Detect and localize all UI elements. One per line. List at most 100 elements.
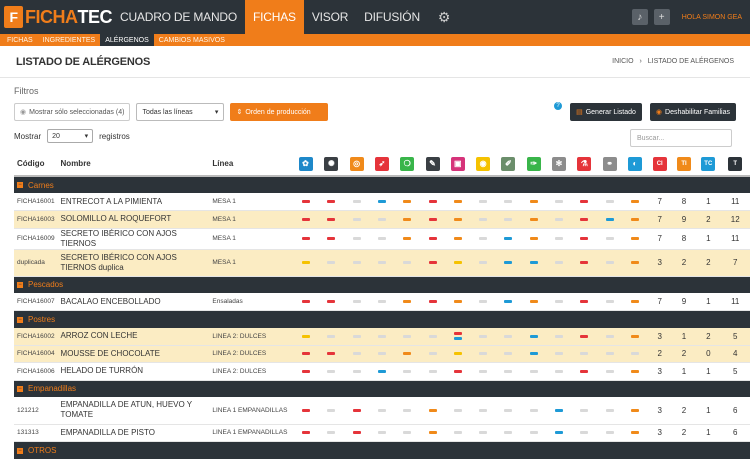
allergen-cell[interactable] xyxy=(596,193,623,211)
allergen-cell[interactable] xyxy=(622,293,648,311)
allergen-cell[interactable] xyxy=(318,424,344,442)
allergen-cell[interactable] xyxy=(369,397,395,425)
count-col-1[interactable]: TI xyxy=(671,152,697,177)
allergen-cell[interactable] xyxy=(470,424,496,442)
allergen-cell[interactable] xyxy=(596,424,623,442)
allergen-col-1[interactable]: ✺ xyxy=(318,152,344,177)
allergen-cell[interactable] xyxy=(596,228,623,250)
allergen-cell[interactable] xyxy=(521,293,547,311)
allergen-cell[interactable] xyxy=(369,293,395,311)
allergen-col-3[interactable]: ➶ xyxy=(369,152,395,177)
allergen-cell[interactable] xyxy=(521,345,547,363)
allergen-cell[interactable] xyxy=(571,249,597,277)
allergen-cell[interactable] xyxy=(445,249,471,277)
allergen-cell[interactable] xyxy=(394,249,420,277)
allergen-cell[interactable] xyxy=(495,345,522,363)
table-row[interactable]: 131313 EMPANADILLA DE PISTO LINEA 1 EMPANA… xyxy=(14,424,750,442)
count-col-2[interactable]: TC xyxy=(696,152,721,177)
allergen-col-13[interactable]: ◐ xyxy=(622,152,648,177)
allergen-cell[interactable] xyxy=(571,228,597,250)
allergen-col-9[interactable]: ✑ xyxy=(521,152,547,177)
breadcrumb-home[interactable]: INICIO xyxy=(612,58,633,65)
allergen-cell[interactable] xyxy=(369,362,395,381)
allergen-cell[interactable] xyxy=(445,228,471,250)
allergen-cell[interactable] xyxy=(343,397,370,425)
allergen-cell[interactable] xyxy=(369,193,395,211)
allergen-cell[interactable] xyxy=(394,228,420,250)
allergen-cell[interactable] xyxy=(622,345,648,363)
nav-item-2[interactable]: VISOR xyxy=(304,0,356,34)
allergen-cell[interactable] xyxy=(318,193,344,211)
page-size-select[interactable]: 20 ▾ xyxy=(47,129,94,143)
allergen-cell[interactable] xyxy=(571,345,597,363)
app-logo[interactable]: F FICHA TEC xyxy=(0,0,112,34)
allergen-cell[interactable] xyxy=(470,228,496,250)
allergen-cell[interactable] xyxy=(419,327,446,346)
help-icon[interactable]: ? xyxy=(554,102,563,110)
allergen-cell[interactable] xyxy=(445,327,471,346)
nav-item-0[interactable]: CUADRO DE MANDO xyxy=(112,0,245,34)
allergen-col-4[interactable]: ❍ xyxy=(394,152,420,177)
allergen-cell[interactable] xyxy=(596,397,623,425)
table-row[interactable]: FICHA16009 SECRETO IBÉRICO CON AJOS TIERN… xyxy=(14,228,750,250)
allergen-cell[interactable] xyxy=(571,293,597,311)
allergen-cell[interactable] xyxy=(470,327,496,346)
count-col-0[interactable]: CI xyxy=(647,152,672,177)
allergen-cell[interactable] xyxy=(495,210,522,229)
col-line-header[interactable]: Línea xyxy=(209,152,293,177)
allergen-cell[interactable] xyxy=(571,327,597,346)
allergen-cell[interactable] xyxy=(521,362,547,381)
allergen-cell[interactable] xyxy=(571,424,597,442)
allergen-cell[interactable] xyxy=(318,249,344,277)
table-row[interactable]: 121212 EMPANADILLA DE ATUN, HUEVO Y TOMAT… xyxy=(14,397,750,425)
allergen-cell[interactable] xyxy=(596,345,623,363)
allergen-col-12[interactable]: ⚭ xyxy=(596,152,623,177)
allergen-cell[interactable] xyxy=(419,210,446,229)
allergen-cell[interactable] xyxy=(394,397,420,425)
collapse-icon[interactable]: − xyxy=(17,316,23,323)
allergen-cell[interactable] xyxy=(546,293,572,311)
allergen-cell[interactable] xyxy=(343,424,370,442)
allergen-cell[interactable] xyxy=(521,228,547,250)
allergen-cell[interactable] xyxy=(292,249,319,277)
allergen-cell[interactable] xyxy=(546,424,572,442)
allergen-cell[interactable] xyxy=(394,362,420,381)
table-row[interactable]: FICHA16007 BACALAO ENCEBOLLADO Ensaladas 7 9… xyxy=(14,293,750,311)
allergen-cell[interactable] xyxy=(470,249,496,277)
allergen-cell[interactable] xyxy=(571,362,597,381)
table-row[interactable]: FICHA16002 ARROZ CON LECHE LINEA 2: DULCES… xyxy=(14,327,750,346)
nav-item-3[interactable]: DIFUSIÓN xyxy=(356,0,428,34)
allergen-cell[interactable] xyxy=(495,293,522,311)
allergen-cell[interactable] xyxy=(495,228,522,250)
allergen-cell[interactable] xyxy=(521,327,547,346)
allergen-cell[interactable] xyxy=(445,345,471,363)
allergen-cell[interactable] xyxy=(495,362,522,381)
allergen-cell[interactable] xyxy=(292,228,319,250)
allergen-cell[interactable] xyxy=(596,293,623,311)
allergen-cell[interactable] xyxy=(343,210,370,229)
allergen-cell[interactable] xyxy=(470,345,496,363)
allergen-cell[interactable] xyxy=(318,397,344,425)
allergen-cell[interactable] xyxy=(343,293,370,311)
allergen-cell[interactable] xyxy=(369,249,395,277)
allergen-cell[interactable] xyxy=(419,293,446,311)
table-row[interactable]: FICHA16001 ENTRECOT A LA PIMIENTA MESA 1 78… xyxy=(14,193,750,211)
gear-icon[interactable]: ⚙ xyxy=(428,0,460,34)
subnav-item-0[interactable]: FICHAS xyxy=(2,34,38,46)
table-row[interactable]: FICHA16003 SOLOMILLO AL ROQUEFORT MESA 1 79… xyxy=(14,210,750,229)
allergen-cell[interactable] xyxy=(546,345,572,363)
count-col-3[interactable]: T xyxy=(720,152,750,177)
allergen-cell[interactable] xyxy=(445,362,471,381)
search-input[interactable]: Buscar... xyxy=(630,129,732,147)
allergen-cell[interactable] xyxy=(596,327,623,346)
allergen-cell[interactable] xyxy=(521,397,547,425)
allergen-cell[interactable] xyxy=(292,327,319,346)
allergen-cell[interactable] xyxy=(546,249,572,277)
allergen-cell[interactable] xyxy=(343,362,370,381)
allergen-cell[interactable] xyxy=(419,228,446,250)
disable-families-button[interactable]: ◉ Deshabilitar Familias xyxy=(649,103,736,121)
allergen-cell[interactable] xyxy=(596,249,623,277)
allergen-cell[interactable] xyxy=(292,345,319,363)
allergen-col-6[interactable]: ▣ xyxy=(445,152,471,177)
allergen-cell[interactable] xyxy=(571,210,597,229)
